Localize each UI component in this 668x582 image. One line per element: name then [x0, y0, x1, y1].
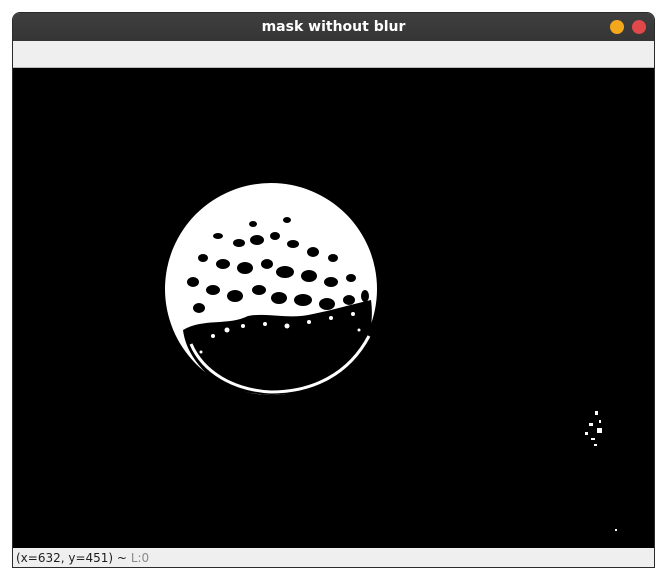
app-window: mask without blur (x=632, y=451) ~ L:0 — [12, 12, 655, 568]
cursor-coordinates: (x=632, y=451) ~ — [16, 551, 127, 565]
close-button[interactable] — [632, 20, 646, 34]
image-canvas[interactable] — [13, 68, 654, 548]
pixel-value: L:0 — [130, 551, 150, 565]
mask-image — [13, 68, 654, 548]
toolbar — [13, 41, 654, 68]
status-bar: (x=632, y=451) ~ L:0 — [13, 548, 654, 567]
title-bar[interactable]: mask without blur — [13, 13, 654, 41]
window-title: mask without blur — [261, 19, 406, 35]
minimize-button[interactable] — [610, 20, 624, 34]
